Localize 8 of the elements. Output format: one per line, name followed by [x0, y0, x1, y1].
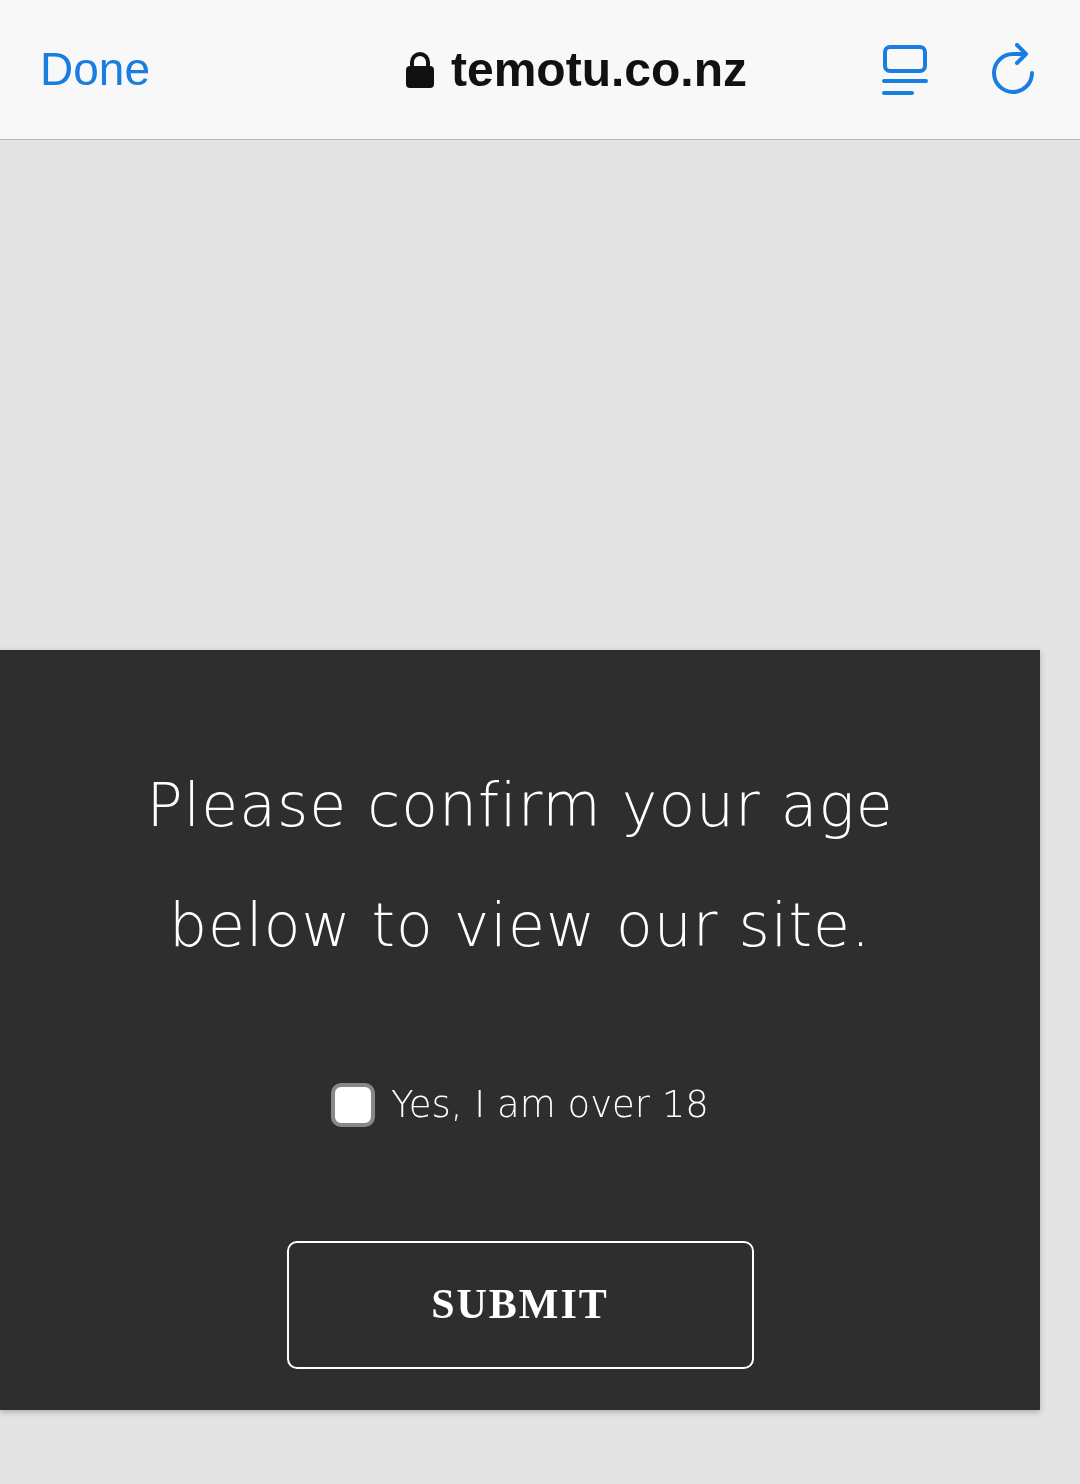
reload-icon[interactable] [990, 42, 1036, 97]
checkbox-label[interactable]: Yes, I am over 18 [391, 1077, 709, 1133]
reader-view-icon[interactable] [882, 43, 928, 96]
address-text[interactable]: temotu.co.nz [451, 33, 747, 106]
done-button[interactable]: Done [40, 35, 150, 104]
age-checkbox[interactable] [331, 1082, 376, 1127]
age-gate-message: Please confirm your age below to view our site. [145, 769, 895, 962]
submit-button[interactable]: SUBMIT [286, 1240, 754, 1369]
